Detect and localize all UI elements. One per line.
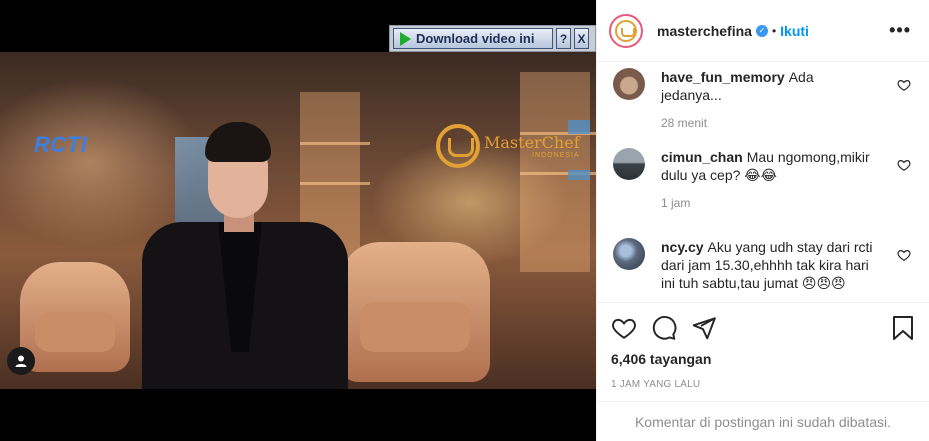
post-header: masterchefina ✓ • Ikuti •••	[597, 0, 929, 62]
comment-icon[interactable]	[651, 315, 677, 341]
post-actions: 6,406 tayangan 1 JAM YANG LALU Komentar …	[597, 302, 929, 441]
comment-item: ncy.cy Aku yang udh stay dari rcti dari j…	[613, 238, 913, 302]
masterchef-logo-subtitle: INDONESIA	[532, 152, 580, 159]
user-icon	[15, 355, 27, 367]
play-icon	[400, 31, 411, 46]
commenter-avatar[interactable]	[613, 148, 645, 180]
comment-list[interactable]: have_fun_memory Ada jedanya... 28 menit c…	[597, 62, 929, 302]
comment-item: cimun_chan Mau ngomong,mikir dulu ya cep?…	[613, 148, 913, 238]
masterchef-emblem-icon	[615, 19, 637, 42]
download-video-button[interactable]: Download video ini	[393, 28, 553, 49]
account-username[interactable]: masterchefina	[657, 23, 752, 39]
download-toolbar: Download video ini ? X	[389, 25, 596, 52]
presenter	[140, 122, 350, 389]
masterchef-logo: MasterChef INDONESIA	[436, 124, 580, 168]
comment-time[interactable]: 28 menit	[661, 116, 875, 130]
close-button[interactable]: X	[574, 28, 589, 49]
masterchef-logo-title: MasterChef	[484, 133, 580, 152]
heart-icon[interactable]	[611, 315, 637, 341]
rcti-logo: RCTI	[34, 132, 88, 157]
commenter-username[interactable]: have_fun_memory	[661, 69, 785, 85]
verified-check-icon: ✓	[755, 24, 768, 37]
bookmark-icon[interactable]	[891, 315, 915, 341]
blue-light	[568, 170, 590, 180]
commenter-username[interactable]: cimun_chan	[661, 149, 743, 165]
masterchef-emblem-icon	[436, 124, 480, 168]
view-count: 6,406 tayangan	[611, 351, 712, 367]
heart-icon[interactable]	[897, 248, 911, 262]
armchair-seat	[35, 312, 115, 352]
comments-disabled-notice: Komentar di postingan ini sudah dibatasi…	[597, 401, 929, 441]
comment-item: have_fun_memory Ada jedanya... 28 menit	[613, 68, 913, 148]
comment-time[interactable]: 1 jam	[661, 196, 875, 210]
commenter-avatar[interactable]	[613, 68, 645, 100]
download-video-label: Download video ini	[416, 31, 535, 46]
follow-button[interactable]: Ikuti	[780, 23, 809, 39]
heart-icon[interactable]	[897, 78, 911, 92]
commenter-username[interactable]: ncy.cy	[661, 239, 704, 255]
heart-icon[interactable]	[897, 158, 911, 172]
video-player[interactable]: RCTI MasterChef INDONESIA Download video…	[0, 0, 596, 441]
armchair-seat	[360, 302, 470, 352]
paper-plane-icon[interactable]	[691, 315, 717, 341]
tagged-user-icon[interactable]	[7, 347, 35, 375]
separator: •	[771, 23, 777, 38]
account-avatar[interactable]	[609, 13, 643, 48]
presenter-hair	[205, 122, 271, 162]
post-timestamp[interactable]: 1 JAM YANG LALU	[611, 379, 913, 390]
more-options-icon[interactable]: •••	[889, 20, 917, 41]
video-frame[interactable]: RCTI MasterChef INDONESIA	[0, 52, 596, 389]
help-button[interactable]: ?	[556, 28, 571, 49]
commenter-avatar[interactable]	[613, 238, 645, 270]
post-sidebar: masterchefina ✓ • Ikuti ••• have_fun_mem…	[596, 0, 929, 441]
